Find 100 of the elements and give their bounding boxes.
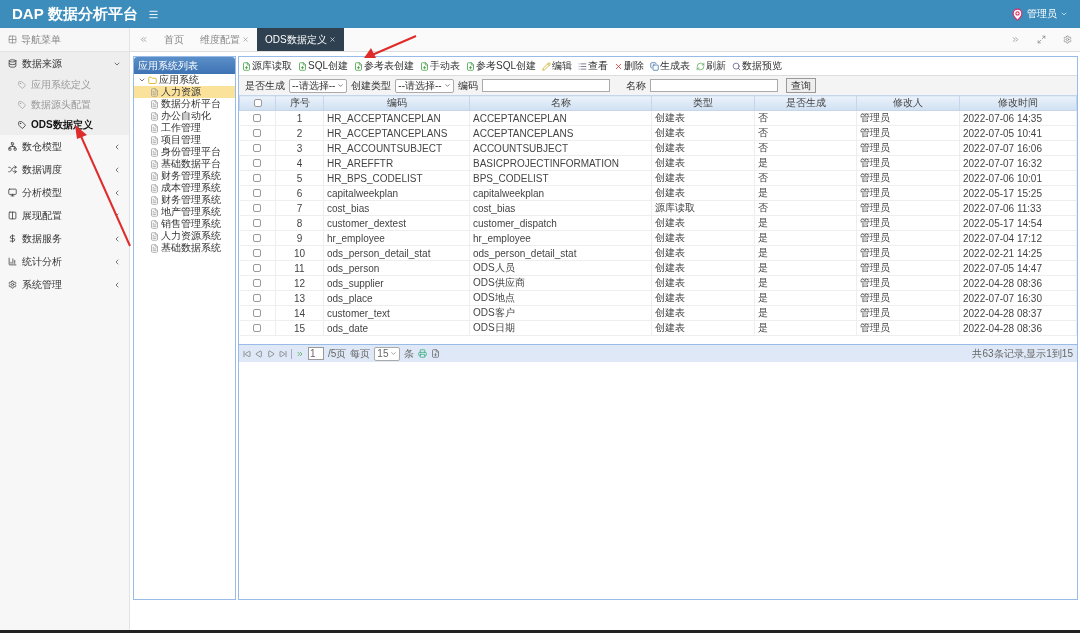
table-cell: ODS客户	[469, 305, 652, 321]
tab[interactable]: ODS数据定义	[257, 28, 344, 51]
expand-icon[interactable]	[138, 76, 146, 84]
fullscreen-icon[interactable]	[1036, 35, 1046, 44]
last-page-icon[interactable]	[279, 349, 287, 358]
nav-item[interactable]: 系统管理	[0, 273, 129, 296]
table-cell: 14	[275, 305, 324, 321]
filter-label: 创建类型	[351, 78, 392, 93]
select-field[interactable]: --请选择--	[395, 78, 454, 93]
toolbar-button[interactable]: 数据预览	[732, 59, 783, 73]
checkbox[interactable]	[253, 219, 262, 227]
settings-icon[interactable]	[1062, 35, 1072, 44]
table-cell: ACCEPTANCEPLANS	[469, 125, 652, 141]
checkbox[interactable]	[253, 159, 262, 167]
column-header: 是否生成	[754, 95, 857, 111]
tree-node[interactable]: 财务管理系统	[134, 194, 235, 206]
checkbox[interactable]	[253, 114, 262, 122]
menu-icon[interactable]	[147, 8, 159, 20]
tree-node[interactable]: 应用系统	[134, 74, 235, 86]
table-cell: ods_place	[323, 290, 470, 306]
checkbox[interactable]	[253, 279, 262, 287]
nav-item[interactable]: 数据服务	[0, 227, 129, 250]
tree-node[interactable]: 人力资源系统	[134, 230, 235, 242]
first-page-icon[interactable]	[243, 349, 251, 358]
export-icon[interactable]	[431, 349, 441, 358]
tree-node[interactable]: 基础数据系统	[134, 242, 235, 254]
nav-item[interactable]: 展现配置	[0, 204, 129, 227]
filter-label: 是否生成	[245, 78, 285, 93]
nav-item[interactable]: 数仓模型	[0, 135, 129, 158]
toolbar-button[interactable]: 参考SQL创建	[466, 59, 537, 73]
checkbox[interactable]	[253, 249, 262, 257]
column-header: 编码	[323, 95, 470, 111]
print-icon[interactable]	[418, 349, 428, 358]
checkbox[interactable]	[253, 204, 262, 212]
select-field[interactable]: --请选择--	[289, 78, 348, 93]
nav-item[interactable]: 数据调度	[0, 158, 129, 181]
page-size-select[interactable]: 15	[374, 346, 401, 361]
table-cell: 是	[754, 245, 857, 261]
previous-page-icon[interactable]	[255, 349, 263, 358]
input-field[interactable]	[649, 79, 778, 92]
table-cell: 10	[275, 245, 324, 261]
tree-node[interactable]: 项目管理	[134, 134, 235, 146]
checkbox[interactable]	[253, 324, 262, 332]
checkbox[interactable]	[253, 144, 262, 152]
tab[interactable]: 首页	[156, 28, 192, 51]
tree-node[interactable]: 地产管理系统	[134, 206, 235, 218]
nav-item[interactable]: 统计分析	[0, 250, 129, 273]
table-cell: 是	[754, 320, 857, 336]
tree-node[interactable]: 财务管理系统	[134, 170, 235, 182]
table-cell: 12	[275, 275, 324, 291]
toolbar-button[interactable]: 编辑	[542, 59, 573, 73]
table-cell: capitalweekplan	[469, 185, 652, 201]
toolbar-button[interactable]: 查看	[578, 59, 609, 73]
table-cell: HR_ACCOUNTSUBJECT	[323, 140, 470, 156]
tree-node[interactable]: 办公自动化	[134, 110, 235, 122]
checkbox[interactable]	[253, 294, 262, 302]
tab[interactable]: 维度配置	[192, 28, 257, 51]
table-cell: 管理员	[856, 215, 960, 231]
checkbox[interactable]	[253, 129, 262, 137]
input-field[interactable]	[481, 79, 610, 92]
table-cell: 管理员	[856, 290, 960, 306]
tree-node[interactable]: 销售管理系统	[134, 218, 235, 230]
checkbox[interactable]	[253, 309, 262, 317]
toolbar-button[interactable]: 生成表	[650, 59, 691, 73]
annotation-arrow	[362, 34, 418, 60]
tree-node[interactable]: 基础数据平台	[134, 158, 235, 170]
tree-node[interactable]: 工作管理	[134, 122, 235, 134]
nav-item[interactable]: 数据来源	[0, 52, 129, 75]
table-cell: ods_person_detail_stat	[469, 245, 652, 261]
toolbar-button[interactable]: 参考表创建	[354, 59, 414, 73]
table-cell: 11	[275, 260, 324, 276]
page-field[interactable]: 1	[308, 347, 324, 360]
tree-node[interactable]: 人力资源	[134, 86, 235, 98]
user-name[interactable]: 管理员	[1027, 7, 1057, 21]
scroll-right-icon[interactable]	[1010, 35, 1020, 44]
next-page-icon[interactable]	[267, 349, 275, 358]
checkbox[interactable]	[253, 99, 262, 107]
tag-icon	[18, 81, 26, 89]
close-icon[interactable]	[328, 36, 336, 43]
toolbar-button[interactable]: 源库读取	[242, 59, 292, 73]
checkbox[interactable]	[253, 234, 262, 242]
nav-item[interactable]: 分析模型	[0, 181, 129, 204]
toolbar-button[interactable]: 手动表	[420, 59, 460, 73]
checkbox[interactable]	[253, 189, 262, 197]
toolbar-button[interactable]: SQL创建	[298, 59, 348, 73]
panel-title: 应用系统列表	[134, 57, 235, 74]
toolbar-button[interactable]: 删除	[614, 59, 645, 73]
go-icon[interactable]	[296, 349, 304, 358]
checkbox[interactable]	[253, 174, 262, 182]
tree-node[interactable]: 成本管理系统	[134, 182, 235, 194]
shuffle-icon	[8, 165, 17, 174]
tree-node[interactable]: 数据分析平台	[134, 98, 235, 110]
toolbar-button[interactable]: 刷新	[696, 59, 727, 73]
checkbox[interactable]	[253, 264, 262, 272]
nav-subitem[interactable]: ODS数据定义	[0, 115, 129, 135]
scroll-left-icon[interactable]	[138, 35, 148, 44]
tree-node[interactable]: 身份管理平台	[134, 146, 235, 158]
search-button[interactable]: 查询	[785, 78, 816, 93]
table-cell: 2022-07-06 14:35	[959, 110, 1077, 126]
file-icon	[150, 147, 159, 157]
